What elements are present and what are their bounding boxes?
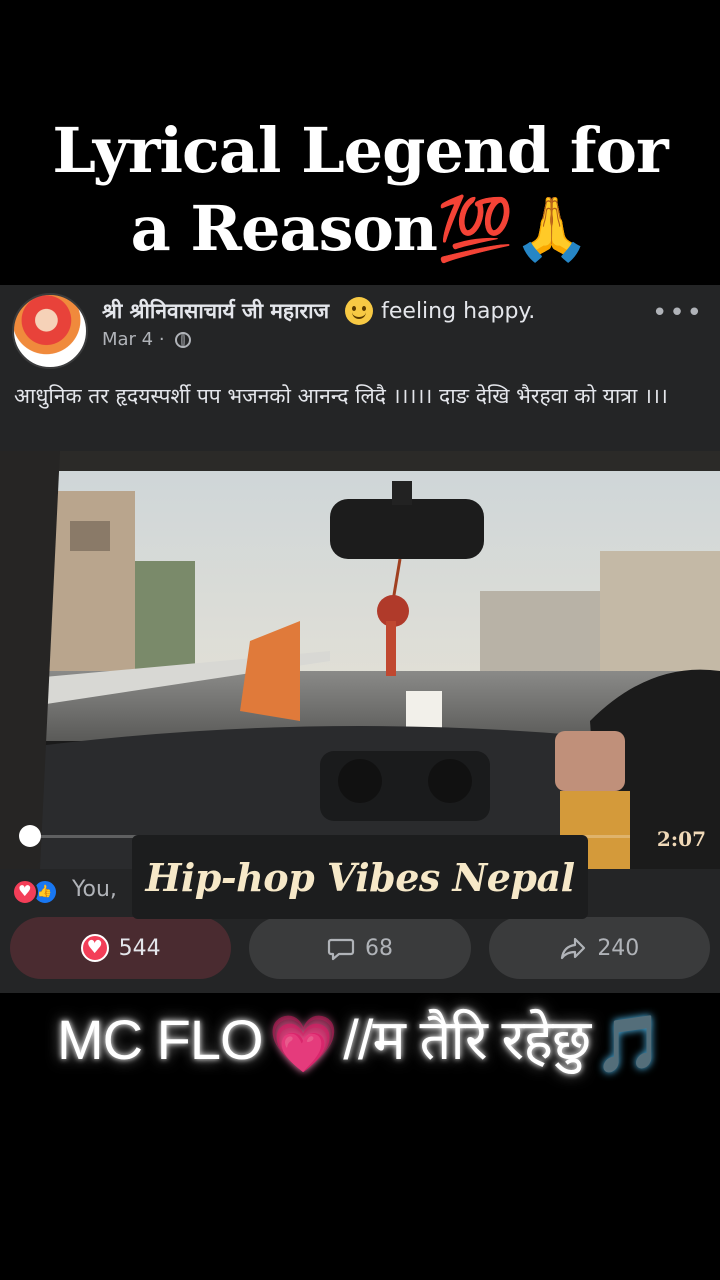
author-name[interactable]: श्री श्रीनिवासाचार्य जी महाराज <box>102 297 329 325</box>
post-date[interactable]: Mar 4 · <box>102 329 165 350</box>
facebook-post-card: श्री श्रीनिवासाचार्य जी महाराज feeling h… <box>0 285 720 993</box>
share-button[interactable]: 240 <box>488 917 710 979</box>
reactions-text: You, <box>72 877 117 902</box>
comment-count: 68 <box>364 935 393 961</box>
post-meta: Mar 4 · <box>102 329 191 350</box>
overlay-title-line-1: Lyrical Legend for <box>52 114 668 187</box>
brand-text: Hip-hop Vibes Nepal <box>145 854 575 900</box>
overlay-title: Lyrical Legend for a Reason💯🙏 <box>0 112 720 268</box>
heart-icon <box>80 934 109 962</box>
love-button[interactable]: 544 <box>10 917 232 979</box>
caption-right: //म तैरि रहेछु <box>343 1008 591 1071</box>
share-count: 240 <box>597 935 640 961</box>
bottom-caption: MC FLO 💗//म तैरि रहेछु🎵 <box>0 1000 720 1084</box>
brand-watermark: Hip-hop Vibes Nepal <box>132 835 588 919</box>
overlay-title-line-2: a Reason💯🙏 <box>130 192 591 265</box>
feeling-text: feeling happy. <box>381 298 536 324</box>
video-progress-knob[interactable] <box>19 825 41 847</box>
video-duration: 2:07 <box>656 827 706 851</box>
more-options-icon[interactable]: ••• <box>652 300 704 326</box>
video-frame <box>0 451 720 869</box>
like-count: 544 <box>118 935 161 961</box>
author-line: श्री श्रीनिवासाचार्य जी महाराज feeling h… <box>102 297 662 325</box>
post-text: आधुनिक तर हृदयस्पर्शी पप भजनको आनन्द लिद… <box>14 384 668 408</box>
love-reaction-icon <box>12 879 38 905</box>
share-icon <box>561 937 586 960</box>
video-player[interactable]: 2:07 <box>0 451 720 869</box>
post-header: श्री श्रीनिवासाचार्य जी महाराज feeling h… <box>0 285 720 375</box>
pink-heart-icon: 💗 <box>268 1012 339 1076</box>
caption-left: MC FLO <box>57 1008 264 1071</box>
post-actions: 544 68 240 <box>10 917 710 979</box>
author-avatar[interactable] <box>12 293 88 369</box>
comment-button[interactable]: 68 <box>249 917 471 979</box>
music-note-icon: 🎵 <box>594 1012 664 1076</box>
smiley-icon <box>345 297 374 325</box>
globe-icon <box>174 331 191 348</box>
comment-icon <box>327 938 355 961</box>
